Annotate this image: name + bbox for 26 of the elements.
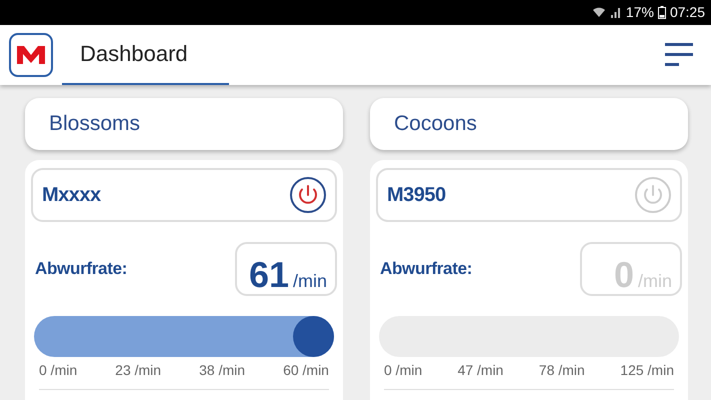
rate-label: Abwurfrate:	[35, 258, 128, 280]
battery-level: 17%	[626, 2, 654, 22]
slider-tick-label: 47 /min	[458, 361, 504, 380]
signal-icon	[610, 6, 622, 18]
battery-icon	[658, 6, 666, 19]
slider-tick-label: 23 /min	[115, 361, 162, 380]
slider-thumb[interactable]	[293, 316, 334, 357]
menu-icon[interactable]	[665, 42, 693, 68]
rate-value: 61	[248, 253, 289, 297]
section-title-card[interactable]: Cocoons	[370, 98, 688, 150]
slider-tick-label: 78 /min	[538, 361, 585, 380]
slider-tick-label: 0 /min	[384, 361, 422, 380]
wifi-icon	[592, 6, 606, 18]
clock-time: 07:25	[670, 2, 705, 22]
machine-name: M3950	[387, 183, 446, 208]
slider-tick-label: 60 /min	[283, 361, 329, 380]
machine-name: Mxxxx	[42, 183, 101, 208]
power-icon[interactable]	[289, 176, 327, 214]
app-logo-icon	[9, 32, 53, 77]
dashboard-tab[interactable]: Dashboard	[62, 24, 229, 85]
slider-tick-label: 38 /min	[199, 361, 246, 380]
rate-unit: /min	[292, 270, 327, 293]
slider-tick-label: 0 /min	[39, 361, 78, 380]
section-title-card[interactable]: Blossoms	[25, 98, 343, 150]
rate-label: Abwurfrate:	[380, 258, 472, 280]
slider-tick-label: 125 /min	[620, 361, 674, 380]
